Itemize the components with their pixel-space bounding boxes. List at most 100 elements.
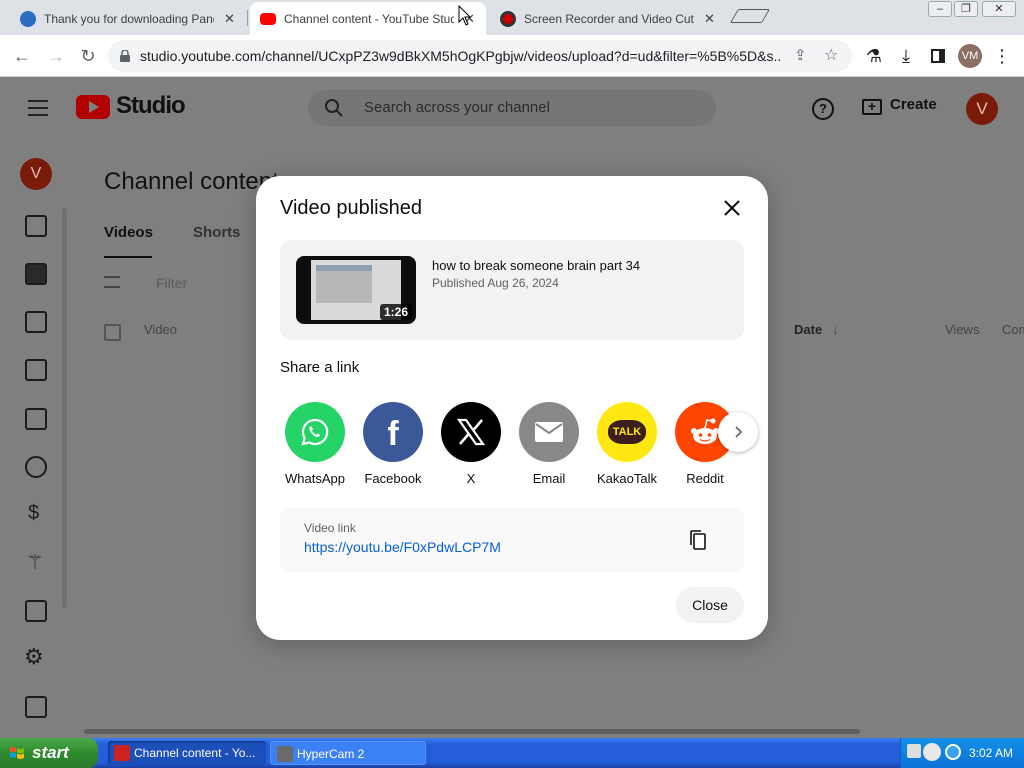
- taskbar-clock[interactable]: 3:02 AM: [969, 746, 1013, 760]
- share-scroll-right-button[interactable]: [718, 412, 758, 452]
- video-duration-badge: 1:26: [379, 304, 412, 320]
- video-title[interactable]: how to break someone brain part 34: [432, 258, 640, 273]
- channel-avatar[interactable]: V: [20, 158, 52, 190]
- hypercam-icon: [277, 746, 293, 762]
- youtube-logo-icon[interactable]: [76, 95, 110, 119]
- browser-menu-icon[interactable]: ⋮: [990, 44, 1014, 68]
- content-icon[interactable]: [25, 263, 47, 285]
- tray-chevron-icon[interactable]: [923, 743, 941, 761]
- video-link-url[interactable]: https://youtu.be/F0xPdwLCP7M: [304, 539, 501, 555]
- tab-videos[interactable]: Videos: [104, 224, 153, 241]
- subtitles-icon[interactable]: [25, 408, 47, 430]
- share-kakaotalk-button[interactable]: TALK KakaoTalk: [588, 402, 666, 486]
- share-target-label: Email: [532, 471, 566, 486]
- customization-wand-icon[interactable]: ⚚: [26, 550, 44, 575]
- close-button[interactable]: Close: [676, 587, 744, 623]
- url-text: studio.youtube.com/channel/UCxpPZ3w9dBkX…: [140, 48, 780, 64]
- column-header-date[interactable]: Date: [794, 322, 822, 337]
- dashboard-icon[interactable]: [25, 215, 47, 237]
- active-tab-indicator: [104, 256, 152, 258]
- search-placeholder: Search across your channel: [364, 99, 550, 116]
- channel-search-input[interactable]: Search across your channel: [308, 90, 716, 126]
- bookmark-star-icon[interactable]: ☆: [824, 45, 838, 65]
- restore-window-icon[interactable]: ❐: [954, 1, 978, 17]
- new-tab-icon[interactable]: [729, 9, 771, 23]
- taskbar-item-chrome[interactable]: Channel content - Yo...: [108, 741, 266, 765]
- column-header-views: Views: [945, 322, 980, 337]
- share-facebook-button[interactable]: f Facebook: [354, 402, 432, 486]
- copyright-icon[interactable]: [25, 456, 47, 478]
- comments-icon[interactable]: [25, 359, 47, 381]
- close-window-icon[interactable]: ✕: [982, 1, 1016, 17]
- minimize-window-icon[interactable]: ‒: [928, 1, 952, 17]
- studio-logo-text[interactable]: Studio: [116, 92, 186, 120]
- create-button[interactable]: Create: [890, 96, 937, 113]
- browser-toolbar: ← → ↻ studio.youtube.com/channel/UCxpPZ3…: [0, 35, 1024, 77]
- studio-header: Studio Search across your channel ? + Cr…: [0, 78, 1024, 140]
- close-tab-icon[interactable]: ✕: [704, 11, 715, 27]
- download-icon[interactable]: ⤓: [894, 44, 918, 68]
- settings-gear-icon[interactable]: ⚙: [24, 644, 44, 670]
- horizontal-scrollbar[interactable]: [84, 729, 860, 734]
- start-label: start: [32, 743, 69, 762]
- taskbar-item-hypercam[interactable]: HyperCam 2: [270, 741, 426, 765]
- analytics-icon[interactable]: [25, 311, 47, 333]
- panda-favicon-icon: [20, 10, 36, 27]
- filter-icon[interactable]: [104, 276, 120, 288]
- video-link-label: Video link: [304, 521, 356, 535]
- forward-arrow-icon[interactable]: →: [44, 44, 68, 68]
- menu-hamburger-icon[interactable]: [28, 100, 48, 116]
- reload-icon[interactable]: ↻: [76, 44, 100, 68]
- chevron-right-icon: [735, 426, 743, 438]
- audio-library-icon[interactable]: [25, 600, 47, 622]
- lock-icon: [120, 50, 130, 62]
- taskbar-item-label: Channel content - Yo...: [134, 746, 256, 760]
- sidebar-scrollbar[interactable]: [62, 208, 67, 608]
- share-target-label: X: [466, 471, 476, 486]
- thumbnail-window-area: [316, 265, 372, 303]
- browser-tab-strip: Thank you for downloading Panda ✕ Channe…: [0, 0, 1024, 35]
- side-panel-icon[interactable]: [926, 44, 950, 68]
- share-x-button[interactable]: X: [432, 402, 510, 486]
- browser-tab-youtube-studio[interactable]: Channel content - YouTube Studio ✕: [250, 2, 486, 35]
- address-bar[interactable]: studio.youtube.com/channel/UCxpPZ3w9dBkX…: [108, 40, 852, 72]
- recorder-favicon-icon: [500, 10, 516, 27]
- share-email-button[interactable]: Email: [510, 402, 588, 486]
- browser-tab-screen-recorder[interactable]: Screen Recorder and Video Cutter ✕: [490, 2, 726, 35]
- sort-down-arrow-icon[interactable]: ↓: [832, 322, 839, 337]
- profile-avatar[interactable]: VM: [958, 44, 982, 68]
- share-whatsapp-button[interactable]: WhatsApp: [276, 402, 354, 486]
- page-title: Channel content: [104, 168, 279, 195]
- back-arrow-icon[interactable]: ←: [10, 44, 34, 68]
- keyboard-tray-icon[interactable]: [907, 744, 921, 758]
- earn-dollar-icon[interactable]: $: [28, 502, 39, 525]
- chrome-window-icon: [114, 745, 130, 761]
- account-avatar[interactable]: V: [966, 93, 998, 125]
- feedback-icon[interactable]: [25, 696, 47, 718]
- tab-shorts[interactable]: Shorts: [193, 224, 241, 241]
- column-header-comments: Com: [1002, 322, 1024, 337]
- video-published-date: Published Aug 26, 2024: [432, 276, 559, 290]
- filter-input[interactable]: Filter: [156, 275, 187, 291]
- share-target-label: WhatsApp: [285, 471, 345, 486]
- share-link-heading: Share a link: [280, 359, 360, 376]
- email-icon: [519, 402, 579, 462]
- video-thumbnail[interactable]: 1:26: [296, 256, 416, 324]
- share-page-icon[interactable]: ⇪: [794, 46, 807, 64]
- video-link-box: Video link https://youtu.be/F0xPdwLCP7M: [280, 508, 744, 572]
- taskbar-item-label: HyperCam 2: [297, 747, 365, 761]
- copy-link-icon[interactable]: [686, 528, 710, 552]
- browser-tab-panda[interactable]: Thank you for downloading Panda ✕: [10, 2, 246, 35]
- close-tab-icon[interactable]: ✕: [224, 11, 235, 27]
- help-icon[interactable]: ?: [812, 98, 834, 120]
- dialog-title: Video published: [280, 197, 422, 219]
- close-dialog-icon[interactable]: [720, 196, 744, 220]
- network-tray-icon[interactable]: [945, 744, 961, 760]
- facebook-icon: f: [363, 402, 423, 462]
- select-all-checkbox[interactable]: [104, 324, 121, 341]
- start-button[interactable]: start: [0, 738, 98, 768]
- share-target-label: Facebook: [364, 471, 422, 486]
- tab-title: Channel content - YouTube Studio: [284, 11, 454, 26]
- labs-flask-icon[interactable]: ⚗: [862, 44, 886, 68]
- tab-title: Screen Recorder and Video Cutter: [524, 11, 694, 26]
